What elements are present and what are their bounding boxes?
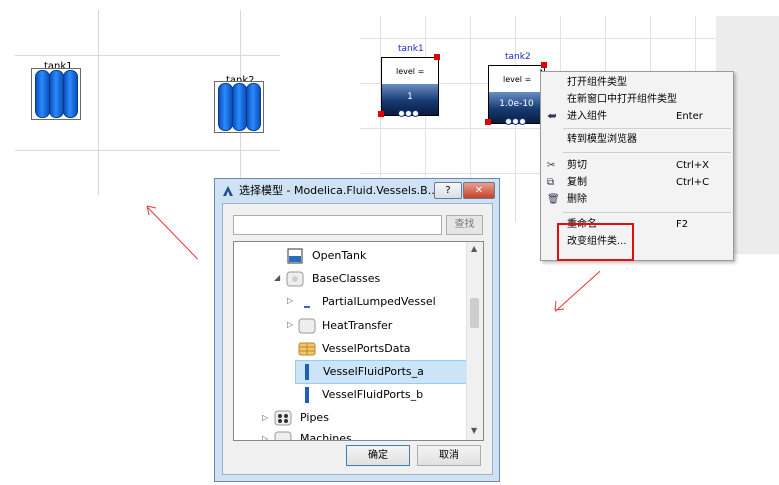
cut-icon: ✂ bbox=[547, 160, 556, 171]
menu-item-copy[interactable]: ⧉ 复制 Ctrl+C bbox=[541, 174, 733, 192]
tank2-component[interactable] bbox=[214, 81, 264, 133]
open-tank-icon bbox=[287, 248, 303, 264]
tree-item-vesselportsdata[interactable]: VesselPortsData bbox=[298, 338, 468, 360]
package-icon bbox=[286, 271, 304, 287]
app-logo-icon bbox=[223, 186, 233, 196]
menu-item-cut[interactable]: ✂ 剪切 Ctrl+X bbox=[541, 157, 733, 175]
tank1-component[interactable] bbox=[31, 68, 81, 120]
tank1-detail-component[interactable]: level = 1 bbox=[381, 57, 439, 116]
enter-icon: ⮨ bbox=[547, 111, 557, 122]
expand-arrow-icon[interactable]: ▷ bbox=[287, 320, 293, 329]
select-model-dialog: 选择模型 - Modelica.Fluid.Vessels.B... ? ✕ 查… bbox=[214, 178, 500, 482]
find-button[interactable]: 查找 bbox=[446, 215, 483, 235]
tank2-level-text: level = bbox=[503, 75, 532, 84]
tree-item-partiallumpedvessel[interactable]: PartialLumpedVessel bbox=[298, 291, 468, 313]
expand-arrow-icon[interactable]: ▷ bbox=[287, 296, 293, 305]
ok-button[interactable]: 确定 bbox=[346, 445, 410, 466]
dialog-title: 选择模型 - Modelica.Fluid.Vessels.B... bbox=[239, 184, 439, 197]
collapse-arrow-icon[interactable]: ◢ bbox=[274, 273, 280, 282]
machines-package-icon bbox=[274, 431, 292, 440]
partial-vessel-icon bbox=[304, 306, 310, 308]
tree-item-vesselfluidports-a[interactable]: VesselFluidPorts_a bbox=[295, 360, 467, 384]
menu-item-open-type-new-window[interactable]: 在新窗口中打开组件类型 bbox=[541, 91, 733, 109]
tree-item-pipes[interactable]: Pipes bbox=[274, 407, 454, 429]
scroll-thumb[interactable] bbox=[470, 298, 479, 328]
arrowhead-left-icon bbox=[146, 205, 157, 216]
tank2-detail-component[interactable]: level = 1.0e-10 bbox=[488, 65, 545, 124]
menu-item-enter-component[interactable]: ⮨ 进入组件 Enter bbox=[541, 108, 733, 126]
pipes-package-icon bbox=[274, 410, 292, 426]
menu-item-open-component-type[interactable]: 打开组件类型 bbox=[541, 74, 733, 92]
fluid-port-icon bbox=[305, 387, 309, 403]
tank1-title: tank1 bbox=[398, 44, 424, 54]
dialog-body: 查找 OpenTank ◢ BaseClasses ▷ PartialLumpe… bbox=[222, 203, 493, 475]
fluid-port-icon bbox=[305, 364, 309, 380]
highlight-box bbox=[557, 223, 634, 261]
help-button[interactable]: ? bbox=[434, 182, 462, 199]
record-icon bbox=[298, 342, 316, 356]
cancel-button[interactable]: 取消 bbox=[417, 445, 481, 466]
tank1-value: 1 bbox=[407, 92, 413, 102]
menu-item-delete[interactable]: 🗑 删除 bbox=[541, 191, 733, 209]
left-diagram-canvas[interactable]: tank1 tank2 bbox=[0, 0, 300, 200]
heat-transfer-icon bbox=[298, 318, 316, 334]
tank2-title: tank2 bbox=[505, 52, 531, 62]
tree-item-baseclasses[interactable]: BaseClasses bbox=[286, 268, 466, 290]
tree-scrollbar[interactable]: ▲ ▼ bbox=[466, 242, 483, 440]
tree-item-heattransfer[interactable]: HeatTransfer bbox=[298, 315, 468, 337]
tree-item-opentank[interactable]: OpenTank bbox=[286, 245, 466, 267]
search-input[interactable] bbox=[233, 215, 442, 235]
menu-item-goto-model-browser[interactable]: 转到模型浏览器 bbox=[541, 131, 733, 149]
delete-icon: 🗑 bbox=[547, 194, 560, 205]
tank2-value: 1.0e-10 bbox=[499, 99, 534, 109]
tree-item-vesselfluidports-b[interactable]: VesselFluidPorts_b bbox=[298, 384, 468, 406]
expand-arrow-icon[interactable]: ▷ bbox=[262, 434, 268, 440]
close-button[interactable]: ✕ bbox=[463, 182, 495, 199]
tree-item-machines[interactable]: Machines bbox=[274, 428, 454, 440]
tank1-level-text: level = bbox=[396, 67, 425, 76]
model-tree[interactable]: OpenTank ◢ BaseClasses ▷ PartialLumpedVe… bbox=[233, 241, 484, 441]
copy-icon: ⧉ bbox=[547, 177, 555, 188]
scroll-up-icon[interactable]: ▲ bbox=[471, 244, 477, 253]
scroll-down-icon[interactable]: ▼ bbox=[471, 426, 477, 435]
arrowhead-right-icon bbox=[554, 300, 565, 311]
expand-arrow-icon[interactable]: ▷ bbox=[262, 413, 268, 422]
